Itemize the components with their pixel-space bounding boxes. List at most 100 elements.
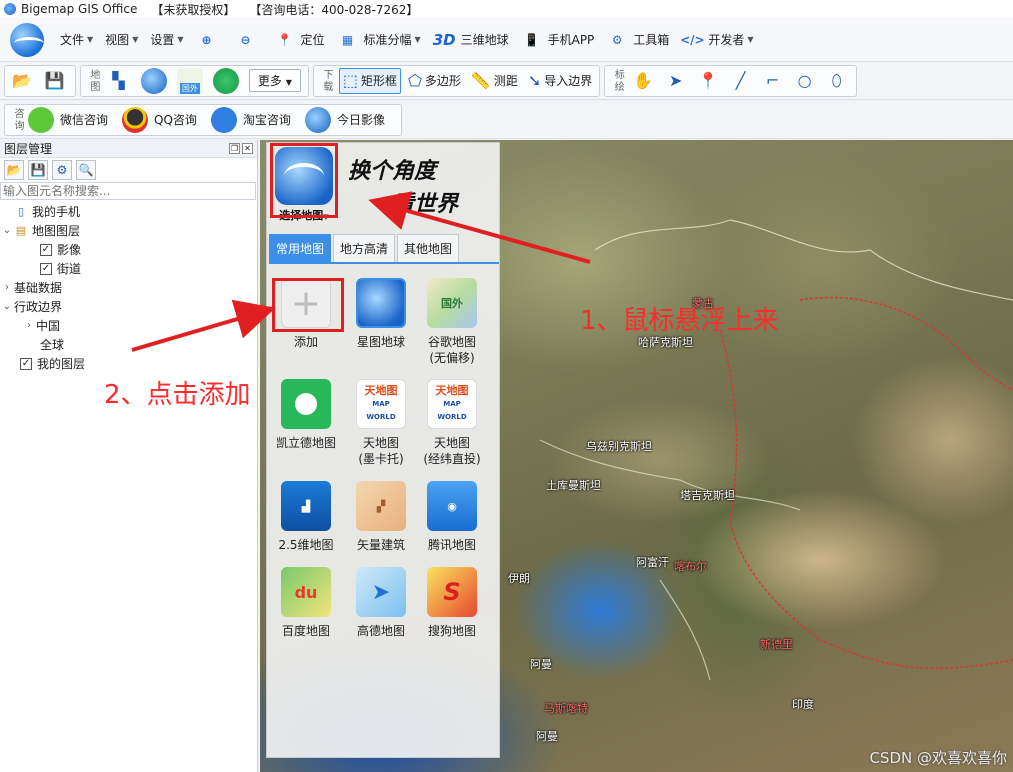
- tab-common-maps[interactable]: 常用地图: [269, 234, 332, 262]
- sogou-map-icon: S: [427, 567, 477, 617]
- tree-item-imagery[interactable]: ✓ 影像: [0, 240, 257, 259]
- close-icon[interactable]: ✕: [242, 143, 253, 154]
- tencent-map-icon: ◉: [427, 481, 477, 531]
- tile-vector-building[interactable]: ▞ 矢量建筑: [346, 481, 416, 553]
- tree-item-my-phone[interactable]: ▯ 我的手机: [0, 202, 257, 221]
- google-map-button[interactable]: 国外: [174, 67, 206, 94]
- tree-label: 中国: [36, 319, 61, 333]
- chevron-down-icon: ▼: [87, 35, 94, 44]
- ellipse-tool-button[interactable]: ⬯: [824, 68, 852, 94]
- tree-item-global[interactable]: 全球: [0, 335, 257, 354]
- wechat-consult-button[interactable]: 微信咨询: [28, 106, 108, 133]
- qq-icon: [122, 106, 149, 133]
- menu-settings[interactable]: 设置 ▼: [150, 31, 183, 48]
- tile-label: 谷歌地图 (无偏移): [427, 335, 476, 365]
- tile-label: 矢量建筑: [356, 538, 405, 552]
- mobile-app-button[interactable]: 📱 手机APP: [521, 29, 594, 51]
- tab-other-maps[interactable]: 其他地图: [397, 234, 460, 262]
- tree-label: 街道: [57, 262, 82, 276]
- open-button[interactable]: 📂: [9, 68, 38, 94]
- tree-item-admin-boundary[interactable]: ⌄ 行政边界: [0, 297, 257, 316]
- map-picker-popup: 选择地图▼ 常用地图 地方高清 其他地图 + 添加 星图地球 国外 谷歌地图 (无偏…: [266, 142, 500, 758]
- rect-select-button[interactable]: ⬚ 矩形框: [338, 67, 401, 94]
- expand-icon[interactable]: ⌄: [0, 225, 14, 236]
- locate-button[interactable]: 📍 定位: [274, 29, 325, 51]
- import-arrow-icon: ➘: [527, 71, 542, 90]
- tile-star-earth[interactable]: 星图地球: [346, 278, 416, 350]
- tdt-sub: MAP WORLD: [437, 400, 467, 421]
- pointer-tool-button[interactable]: ➤: [663, 68, 691, 94]
- tree-item-basic-data[interactable]: › 基础数据: [0, 278, 257, 297]
- polyline-icon: ⌐: [765, 71, 780, 90]
- consult-group: 咨询 微信咨询 QQ咨询 淘宝咨询 今日影像: [4, 103, 402, 136]
- tile-2-5d[interactable]: ▟ 2.5维地图: [271, 481, 341, 553]
- bigemap-logo-icon[interactable]: [10, 22, 44, 57]
- checkbox-checked[interactable]: ✓: [40, 262, 52, 275]
- developer-button[interactable]: </> 开发者 ▼: [680, 29, 753, 51]
- save-button[interactable]: 💾: [42, 68, 71, 94]
- map-layer-button[interactable]: ▚: [106, 68, 134, 94]
- menu-view[interactable]: 视图 ▼: [105, 31, 138, 48]
- tree-item-my-layers[interactable]: ✓ 我的图层: [0, 354, 257, 373]
- save-layer-icon[interactable]: 💾: [28, 160, 48, 180]
- circle-tool-button[interactable]: ○: [792, 68, 820, 94]
- tile-tdt-mercator[interactable]: 天地图 MAP WORLD 天地图 (墨卡托): [346, 379, 416, 467]
- consult-bar: 咨询 微信咨询 QQ咨询 淘宝咨询 今日影像: [0, 101, 1013, 139]
- zoom-in-icon: ⊕: [201, 32, 212, 47]
- tile-google[interactable]: 国外 谷歌地图 (无偏移): [417, 278, 487, 366]
- expand-icon[interactable]: ⌄: [0, 301, 14, 312]
- collapse-icon[interactable]: ›: [0, 282, 14, 293]
- zoom-in-button[interactable]: ⊕: [196, 29, 223, 51]
- measure-button[interactable]: 📏 测距: [468, 68, 521, 94]
- tile-kaili[interactable]: 凯立德地图: [271, 379, 341, 451]
- polygon-select-button[interactable]: ⬠ 多边形: [405, 68, 464, 94]
- tree-item-map-layers[interactable]: ⌄ ▤ 地图图层: [0, 221, 257, 240]
- zoom-out-button[interactable]: ⊖: [235, 29, 262, 51]
- toolbox-button[interactable]: ⚙ 工具箱: [606, 29, 669, 51]
- kaili-map-button[interactable]: [210, 67, 242, 94]
- open-layer-icon[interactable]: 📂: [4, 160, 24, 180]
- tree-item-streets[interactable]: ✓ 街道: [0, 259, 257, 278]
- map-label-delhi: 新德里: [760, 638, 793, 651]
- line-tool-button[interactable]: ╱: [728, 68, 756, 94]
- taobao-label: 淘宝咨询: [242, 113, 291, 127]
- map-label-uzbekistan: 乌兹别克斯坦: [586, 440, 652, 453]
- pan-tool-button[interactable]: ✋: [630, 68, 659, 94]
- today-imagery-icon: [304, 106, 331, 133]
- standard-grid-button[interactable]: ▦ 标准分幅 ▼: [337, 29, 421, 51]
- phone-icon: ▯: [17, 205, 25, 218]
- csdn-watermark: CSDN @欢喜欢喜你: [869, 749, 1007, 767]
- checkbox-checked[interactable]: ✓: [20, 357, 32, 370]
- layer-settings-icon[interactable]: ⚙: [52, 160, 72, 180]
- layer-panel-tools: 📂 💾 ⚙ 🔍: [0, 158, 257, 182]
- more-maps-button[interactable]: 更多 ▼: [246, 68, 304, 94]
- layer-search-input[interactable]: [0, 182, 256, 200]
- panel-controls: ❐ ✕: [229, 143, 253, 154]
- tab-local-hd[interactable]: 地方高清: [333, 234, 396, 262]
- today-imagery-button[interactable]: 今日影像: [304, 106, 385, 133]
- layer-panel-title: 图层管理: [4, 142, 53, 156]
- slogan-line-2: 看世界: [392, 191, 459, 217]
- polyline-tool-button[interactable]: ⌐: [760, 68, 788, 94]
- collapse-icon[interactable]: ›: [22, 320, 36, 331]
- tile-label: 天地图 (经纬直投): [423, 436, 481, 466]
- baidu-badge: du: [294, 582, 318, 602]
- tile-tdt-latlng[interactable]: 天地图 MAP WORLD 天地图 (经纬直投): [417, 379, 487, 467]
- tile-sogou[interactable]: S 搜狗地图: [417, 567, 487, 639]
- checkbox-checked[interactable]: ✓: [40, 243, 52, 256]
- star-map-button[interactable]: [138, 67, 170, 94]
- three-d-earth-button[interactable]: 3D 三维地球: [433, 31, 509, 49]
- taobao-consult-button[interactable]: 淘宝咨询: [210, 106, 291, 133]
- qq-consult-button[interactable]: QQ咨询: [122, 106, 197, 133]
- tree-item-china[interactable]: › 中国: [0, 316, 257, 335]
- search-icon[interactable]: 🔍: [76, 160, 96, 180]
- slogan-line-1: 换个角度: [348, 158, 437, 184]
- tile-gaode[interactable]: ➤ 高德地图: [346, 567, 416, 639]
- menu-file[interactable]: 文件 ▼: [60, 31, 93, 48]
- import-boundary-button[interactable]: ➘ 导入边界: [525, 68, 595, 94]
- layer-tree: ▯ 我的手机 ⌄ ▤ 地图图层 ✓ 影像 ✓ 街道 › 基础数据 ⌄ 行政边界 › 中国 全球 …: [0, 202, 257, 373]
- restore-icon[interactable]: ❐: [229, 143, 240, 154]
- tile-baidu[interactable]: du 百度地图: [271, 567, 341, 639]
- tile-tencent[interactable]: ◉ 腾讯地图: [417, 481, 487, 553]
- marker-tool-button[interactable]: 📍: [695, 68, 724, 94]
